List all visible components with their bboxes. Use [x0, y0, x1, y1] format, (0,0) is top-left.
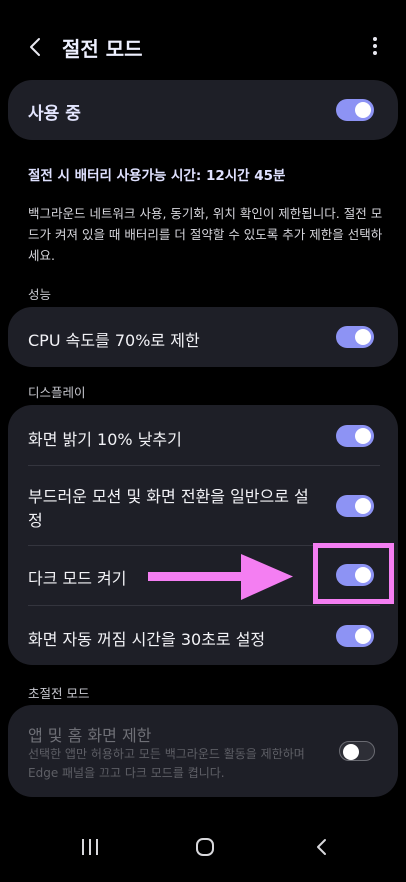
power-saving-screen: 절전 모드 사용 중 절전 시 배터리 사용가능 시간: 12시간 45분 백그…: [0, 0, 406, 882]
cpu-limit-label: CPU 속도를 70%로 제한: [28, 331, 200, 350]
battery-time-estimate: 절전 시 배터리 사용가능 시간: 12시간 45분: [28, 168, 286, 184]
dark-mode-label: 다크 모드 켜기: [28, 569, 127, 588]
screen-timeout-label: 화면 자동 꺼짐 시간을 30초로 설정: [28, 630, 266, 649]
annotation-highlight-box: [313, 543, 394, 604]
system-navigation-bar: [0, 822, 406, 882]
motion-toggle[interactable]: [336, 495, 374, 517]
brightness-toggle[interactable]: [336, 425, 374, 447]
description-text: 백그라운드 네트워크 사용, 동기화, 위치 확인이 제한됩니다. 절전 모드가…: [28, 206, 383, 263]
chevron-left-icon: [30, 38, 40, 56]
back-button[interactable]: [22, 32, 52, 62]
app-home-limit-description: 선택한 앱만 허용하고 모든 백그라운드 활동을 제한하며 Edge 패널을 끄…: [28, 747, 305, 780]
back-icon: [317, 839, 326, 855]
recent-apps-button[interactable]: [80, 837, 100, 857]
recent-apps-icon: [82, 839, 84, 855]
display-card: 화면 밝기 10% 낮추기 부드러운 모션 및 화면 전환을 일반으로 설정 다…: [8, 405, 398, 665]
section-title-display: 디스플레이: [28, 385, 86, 400]
nav-back-button[interactable]: [312, 837, 332, 857]
home-button[interactable]: [196, 838, 214, 856]
section-title-performance: 성능: [28, 287, 52, 302]
performance-card: CPU 속도를 70%로 제한: [8, 307, 398, 367]
screen-timeout-toggle[interactable]: [336, 625, 374, 647]
app-header: 절전 모드: [0, 28, 406, 68]
annotation-arrow-icon: [148, 554, 293, 600]
master-switch-card[interactable]: 사용 중: [8, 80, 398, 140]
cpu-limit-toggle[interactable]: [336, 326, 374, 348]
app-home-limit-toggle[interactable]: [339, 741, 375, 761]
more-options-button[interactable]: [370, 34, 380, 60]
app-home-limit-label: 앱 및 홈 화면 제한: [28, 726, 152, 745]
master-switch-label: 사용 중: [28, 104, 81, 124]
section-title-ultra: 초절전 모드: [28, 686, 90, 701]
more-vertical-icon: [373, 37, 377, 41]
brightness-label: 화면 밝기 10% 낮추기: [28, 430, 182, 449]
page-title: 절전 모드: [62, 37, 143, 61]
motion-label: 부드러운 모션 및 화면 전환을 일반으로 설정: [28, 487, 309, 530]
master-toggle[interactable]: [336, 99, 374, 121]
divider: [28, 605, 380, 606]
divider: [28, 465, 380, 466]
